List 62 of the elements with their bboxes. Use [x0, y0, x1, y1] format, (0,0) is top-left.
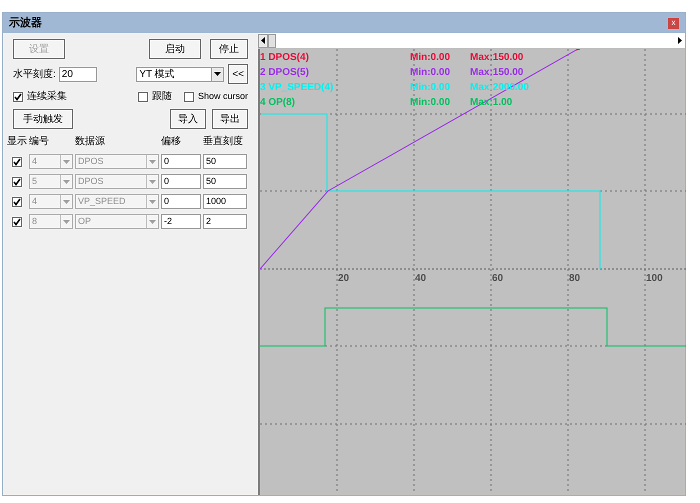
caret-icon: [149, 180, 156, 184]
checkbox[interactable]: [12, 196, 22, 206]
offset-field[interactable]: -2: [161, 214, 201, 229]
scale-field[interactable]: 1000: [203, 194, 247, 209]
checkbox[interactable]: [12, 216, 22, 226]
checkbox[interactable]: [12, 156, 22, 166]
scale-label: 水平刻度:: [13, 68, 56, 82]
caret-icon: [63, 200, 70, 204]
checkbox[interactable]: [138, 92, 148, 102]
horizontal-scrollbar[interactable]: [258, 33, 685, 49]
left-arrow-icon[interactable]: [260, 37, 266, 44]
window-title: 示波器: [9, 16, 42, 31]
collapse-button[interactable]: <<: [228, 64, 248, 84]
checkbox-label: 连续采集: [27, 90, 67, 104]
offset-field[interactable]: 0: [161, 194, 201, 209]
legend-min: Min:0.00: [410, 66, 452, 80]
scale-field[interactable]: 2: [203, 214, 247, 229]
legend-min: Min:0.00: [410, 51, 452, 65]
column-header: 显示: [7, 135, 27, 149]
legend-label: 2 DPOS(5): [260, 66, 310, 80]
checkbox-label: 跟随: [152, 90, 172, 104]
legend-max: Max:150.00: [470, 66, 524, 80]
checkbox[interactable]: [13, 92, 23, 102]
legend-label: 3 VP_SPEED(4): [260, 81, 334, 95]
start-button[interactable]: 启动: [149, 39, 201, 59]
axis-label: 80: [569, 272, 580, 286]
export-button[interactable]: 导出: [212, 109, 248, 129]
stop-button[interactable]: 停止: [210, 39, 248, 59]
axis-label: 60: [492, 272, 504, 286]
import-button[interactable]: 导入: [170, 109, 206, 129]
column-header: 编号: [29, 134, 50, 149]
caret-icon: [149, 200, 156, 204]
caret-icon: [149, 220, 156, 224]
caret-icon: [149, 160, 156, 164]
scale-field[interactable]: 20: [58, 66, 97, 82]
caret-icon: [214, 72, 222, 76]
mode-dropdown[interactable]: YT 模式: [136, 66, 224, 82]
close-button[interactable]: x: [668, 18, 679, 28]
column-header: 偏移: [161, 135, 182, 149]
scale-field[interactable]: 50: [203, 174, 247, 189]
legend-label: 1 DPOS(4): [260, 51, 310, 65]
scroll-thumb[interactable]: [268, 34, 276, 48]
axis-label: 20: [338, 272, 350, 286]
caret-icon: [63, 180, 70, 184]
checkbox-label: Show cursor: [198, 90, 248, 103]
offset-field[interactable]: 0: [161, 174, 201, 189]
legend-max: Max:150.00: [470, 51, 524, 65]
column-header: 数据源: [75, 135, 106, 149]
manual-trigger-button[interactable]: 手动触发: [13, 109, 73, 129]
right-arrow-icon[interactable]: [677, 37, 682, 44]
axis-label: 100: [646, 272, 663, 286]
legend-label: 4 OP(8): [260, 96, 296, 110]
scale-field[interactable]: 50: [203, 154, 247, 169]
caret-icon: [63, 220, 70, 224]
axis-label: 40: [415, 272, 426, 286]
column-header: 垂直刻度: [203, 134, 244, 149]
offset-field[interactable]: 0: [161, 154, 201, 169]
checkbox[interactable]: [12, 176, 22, 186]
checkbox[interactable]: [184, 92, 194, 102]
legend-min: Min:0.00: [410, 81, 452, 95]
legend-min: Min:0.00: [410, 96, 452, 110]
caret-icon: [63, 160, 70, 164]
